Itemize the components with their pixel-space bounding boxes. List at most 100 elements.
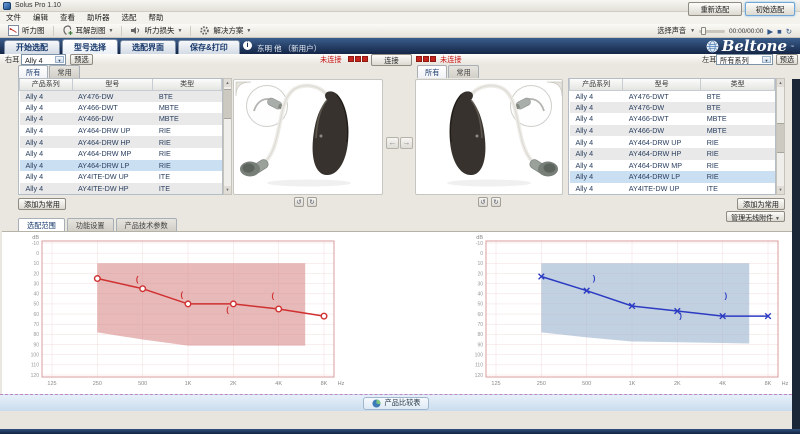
table-row[interactable]: Ally 4AY4ITE-DW UPITE [20, 171, 222, 183]
table-row[interactable]: Ally 4AY464-DRW MPRIE [20, 148, 222, 160]
svg-text:500: 500 [582, 381, 591, 387]
bottom-tab-2[interactable]: 产品技术参数 [116, 218, 177, 232]
menu-item-2[interactable]: 查看 [54, 12, 81, 24]
tab-2[interactable]: 选配界面 [120, 40, 176, 54]
cell: Ally 4 [20, 171, 73, 183]
solus-pro-window: Solus Pro 1.10 – ❐ ✕ 文件编辑查看助听器选配帮助 听力图 耳… [0, 0, 800, 434]
table-row[interactable]: Ally 4AY464-DRW UPRIE [20, 125, 222, 137]
add-favorite-left-button[interactable]: 添加为常用 [18, 198, 66, 210]
filter-tab-1[interactable]: 常用 [448, 65, 478, 78]
table-row[interactable]: Ally 4AY466-DWMBTE [570, 125, 775, 137]
cell: Ally 4 [20, 183, 73, 195]
cell: AY476-DW [623, 102, 701, 114]
column-header[interactable]: 产品系列 [570, 79, 623, 90]
cell: AY466-DW [72, 113, 153, 125]
column-header[interactable]: 类型 [701, 79, 775, 90]
play-icon[interactable]: ▶ [767, 25, 773, 38]
tab-1[interactable]: 型号选择 [62, 39, 118, 54]
hearing-loss-button[interactable]: 听力损失▼ [124, 25, 188, 37]
table-row[interactable]: Ally 4AY464-DRW HPRIE [570, 148, 775, 160]
table-row[interactable]: Ally 4AY466-DWTMBTE [20, 102, 222, 114]
menu-item-1[interactable]: 编辑 [27, 12, 54, 24]
globe-icon [706, 40, 719, 53]
rotate-right-icon[interactable]: ↻ [307, 197, 317, 207]
rotate-left-icon[interactable]: ↺ [294, 197, 304, 207]
scrollbar-thumb[interactable] [777, 123, 784, 153]
column-header[interactable]: 类型 [153, 79, 222, 90]
scroll-down-icon[interactable]: ▼ [224, 186, 231, 194]
filter-tab-0[interactable]: 所有 [18, 65, 48, 78]
table-row[interactable]: Ally 4AY4ITE-DW HPITE [20, 183, 222, 195]
manage-wireless-button[interactable]: 管理无线附件 ▼ [726, 211, 785, 222]
svg-text:50: 50 [33, 302, 39, 308]
column-header[interactable]: 型号 [72, 79, 153, 90]
chevron-down-icon: ▼ [109, 28, 114, 34]
filter-tab-1[interactable]: 常用 [49, 65, 79, 78]
cell: MBTE [153, 113, 222, 125]
left-ear-series-select[interactable]: 所有系列▼ [716, 54, 773, 65]
chevron-down-icon: ▼ [775, 216, 780, 222]
tab-0[interactable]: 开始选配 [4, 40, 60, 54]
table-row[interactable]: Ally 4AY464-DRW MPRIE [570, 160, 775, 172]
right-ear-series-select[interactable]: Ally 4▼ [21, 54, 66, 65]
add-favorite-right-button[interactable]: 添加为常用 [737, 198, 785, 210]
table-row[interactable]: Ally 4AY476-DWTBTE [570, 90, 775, 102]
column-header[interactable]: 产品系列 [20, 79, 73, 90]
action-bar [0, 411, 800, 429]
ear-anatomy-button[interactable]: 耳解剖图▼ [56, 25, 120, 37]
left-table-scrollbar[interactable]: ▲ ▼ [223, 78, 232, 195]
left-filter-tabs: 所有常用 [18, 65, 80, 78]
table-row[interactable]: Ally 4AY464-DRW LPRIE [20, 160, 222, 172]
table-row[interactable]: Ally 4AY464-DRW HPRIE [20, 136, 222, 148]
right-model-table: 产品系列型号类型Ally 4AY476-DWTBTEAlly 4AY476-DW… [568, 78, 776, 195]
svg-text:70: 70 [33, 322, 39, 328]
refit-button[interactable]: 重新选配 [688, 2, 742, 16]
menu-item-5[interactable]: 帮助 [143, 12, 170, 24]
toolbar: 听力图 耳解剖图▼ 听力损失▼ 解决方案▼ 选择声音 ▼ 00:00/00:00… [0, 24, 800, 38]
cell: AY464-DRW UP [72, 125, 153, 137]
right-status-text: 未连接 [320, 54, 342, 65]
solutions-button[interactable]: 解决方案▼ [193, 25, 257, 37]
svg-text:120: 120 [31, 373, 40, 379]
slider-thumb[interactable] [701, 27, 706, 35]
preselect-right-button[interactable]: 预选 [70, 54, 93, 65]
sound-slider[interactable] [699, 30, 725, 33]
column-header[interactable]: 型号 [623, 79, 701, 90]
bottom-tab-1[interactable]: 功能设置 [67, 218, 114, 232]
scrollbar-thumb[interactable] [224, 89, 231, 119]
cell: MBTE [701, 113, 775, 125]
audiogram-button[interactable]: 听力图 [2, 25, 51, 37]
scroll-up-icon[interactable]: ▲ [224, 79, 231, 87]
preselect-left-button[interactable]: 预选 [776, 54, 798, 65]
initial-fit-button[interactable]: 初始选配 [745, 2, 795, 16]
product-compare-button[interactable]: 产品比较表 [363, 397, 430, 410]
svg-text:dB: dB [476, 235, 483, 241]
menu-item-0[interactable]: 文件 [0, 12, 27, 24]
scroll-up-icon[interactable]: ▲ [777, 79, 784, 87]
table-row[interactable]: Ally 4AY476-DWBTE [570, 102, 775, 114]
scroll-down-icon[interactable]: ▼ [777, 186, 784, 194]
rotate-left-icon[interactable]: ↺ [478, 197, 488, 207]
copy-to-left-icon[interactable]: ← [386, 137, 399, 149]
table-row[interactable]: Ally 4AY476-DWBTE [20, 90, 222, 102]
table-row[interactable]: Ally 4AY466-DWMBTE [20, 113, 222, 125]
table-row[interactable]: Ally 4AY464-DRW LPRIE [570, 171, 775, 183]
menu-item-4[interactable]: 选配 [116, 12, 143, 24]
table-row[interactable]: Ally 4AY466-DWTMBTE [570, 113, 775, 125]
loop-icon[interactable]: ↻ [786, 25, 792, 38]
tab-3[interactable]: 保存&打印 [178, 40, 240, 54]
bottom-tab-0[interactable]: 选配范围 [18, 218, 65, 232]
connect-button[interactable]: 连接 [371, 54, 412, 66]
solutions-icon [199, 25, 210, 36]
rotate-right-icon[interactable]: ↻ [491, 197, 501, 207]
menu-item-3[interactable]: 助听器 [81, 12, 116, 24]
copy-to-right-icon[interactable]: → [400, 137, 413, 149]
table-row[interactable]: Ally 4AY464-DRW UPRIE [570, 136, 775, 148]
right-table-scrollbar[interactable]: ▲ ▼ [776, 78, 785, 195]
cell: Ally 4 [20, 160, 73, 172]
stop-icon[interactable]: ■ [777, 25, 782, 38]
filter-tab-0[interactable]: 所有 [417, 65, 447, 78]
info-icon[interactable]: i [243, 41, 252, 50]
select-sound-dropdown[interactable]: 选择声音 [657, 26, 686, 36]
table-row[interactable]: Ally 4AY4ITE-DW UPITE [570, 183, 775, 195]
